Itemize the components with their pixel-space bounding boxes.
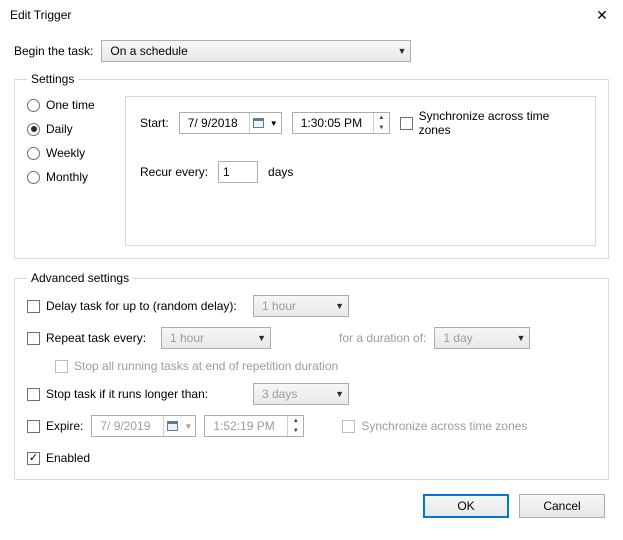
enabled-label: Enabled (46, 451, 90, 465)
stop-if-label: Stop task if it runs longer than: (46, 387, 208, 401)
duration-combo[interactable]: 1 day ▼ (434, 327, 530, 349)
window-title: Edit Trigger (10, 8, 71, 22)
start-time-value: 1:30:05 PM (301, 116, 373, 130)
delay-task-label: Delay task for up to (random delay): (46, 299, 237, 313)
duration-label: for a duration of: (339, 331, 426, 345)
radio-one-time-label: One time (46, 98, 95, 112)
radio-one-time[interactable]: One time (27, 98, 125, 112)
checkbox-icon: ✓ (27, 452, 40, 465)
expire-time-picker[interactable]: 1:52:19 PM ▲▼ (204, 415, 304, 437)
expire-date-picker[interactable]: 7/ 9/2019 ▼ (91, 415, 196, 437)
calendar-icon (163, 416, 181, 436)
delay-task-checkbox[interactable]: Delay task for up to (random delay): (27, 299, 245, 313)
ok-button-label: OK (457, 499, 474, 513)
checkbox-icon (27, 300, 40, 313)
calendar-icon (249, 113, 267, 133)
close-icon: ✕ (596, 7, 608, 24)
settings-panel: Start: 7/ 9/2018 ▼ 1:30:05 PM ▲▼ (125, 96, 596, 246)
advanced-fieldset: Advanced settings Delay task for up to (… (14, 271, 609, 480)
repeat-task-checkbox[interactable]: Repeat task every: (27, 331, 153, 345)
checkbox-icon (27, 388, 40, 401)
radio-daily-label: Daily (46, 122, 73, 136)
expire-sync-label: Synchronize across time zones (361, 419, 527, 433)
radio-weekly[interactable]: Weekly (27, 146, 125, 160)
sync-timezones-checkbox[interactable]: Synchronize across time zones (400, 109, 581, 137)
ok-button[interactable]: OK (423, 494, 509, 518)
recur-every-input[interactable] (219, 162, 249, 182)
expire-sync-checkbox: Synchronize across time zones (342, 419, 527, 433)
duration-value: 1 day (443, 331, 472, 345)
stop-if-checkbox[interactable]: Stop task if it runs longer than: (27, 387, 245, 401)
stop-all-label: Stop all running tasks at end of repetit… (74, 359, 338, 373)
expire-time-value: 1:52:19 PM (213, 419, 287, 433)
recur-unit-label: days (268, 165, 293, 179)
stop-if-combo[interactable]: 3 days ▼ (253, 383, 349, 405)
close-button[interactable]: ✕ (581, 0, 623, 30)
radio-daily[interactable]: Daily (27, 122, 125, 136)
chevron-down-icon: ▼ (516, 333, 525, 343)
expire-date-value: 7/ 9/2019 (100, 419, 163, 433)
chevron-down-icon: ▼ (397, 46, 406, 56)
repeat-task-label: Repeat task every: (46, 331, 146, 345)
chevron-down-icon: ▼ (181, 416, 195, 436)
radio-monthly[interactable]: Monthly (27, 170, 125, 184)
radio-weekly-label: Weekly (46, 146, 85, 160)
cancel-button-label: Cancel (543, 499, 580, 513)
radio-monthly-label: Monthly (46, 170, 88, 184)
sync-timezones-label: Synchronize across time zones (419, 109, 581, 137)
advanced-legend: Advanced settings (27, 271, 133, 285)
checkbox-icon (55, 360, 68, 373)
stop-if-value: 3 days (262, 387, 297, 401)
begin-task-combo[interactable]: On a schedule ▼ (101, 40, 411, 62)
chevron-down-icon: ▼ (335, 389, 344, 399)
checkbox-icon (27, 332, 40, 345)
repeat-task-value: 1 hour (170, 331, 204, 345)
radio-icon (27, 171, 40, 184)
radio-icon (27, 123, 40, 136)
checkbox-icon (342, 420, 355, 433)
titlebar: Edit Trigger ✕ (0, 0, 623, 30)
stop-all-checkbox: Stop all running tasks at end of repetit… (55, 359, 338, 373)
checkbox-icon (400, 117, 413, 130)
begin-task-value: On a schedule (110, 44, 187, 58)
recur-every-label: Recur every: (140, 165, 208, 179)
radio-icon (27, 99, 40, 112)
spinner-icon: ▲▼ (373, 113, 389, 133)
radio-icon (27, 147, 40, 160)
begin-task-label: Begin the task: (14, 44, 93, 58)
repeat-task-combo[interactable]: 1 hour ▼ (161, 327, 271, 349)
recur-every-input-wrap (218, 161, 258, 183)
checkbox-icon (27, 420, 40, 433)
spinner-icon: ▲▼ (287, 416, 303, 436)
chevron-down-icon: ▼ (257, 333, 266, 343)
delay-task-value: 1 hour (262, 299, 296, 313)
expire-checkbox[interactable]: Expire: (27, 419, 83, 433)
settings-legend: Settings (27, 72, 78, 86)
begin-task-row: Begin the task: On a schedule ▼ (14, 40, 609, 62)
schedule-radio-group: One time Daily Weekly Monthly (27, 96, 125, 246)
delay-task-combo[interactable]: 1 hour ▼ (253, 295, 349, 317)
start-time-picker[interactable]: 1:30:05 PM ▲▼ (292, 112, 390, 134)
chevron-down-icon: ▼ (267, 113, 281, 133)
chevron-down-icon: ▼ (335, 301, 344, 311)
expire-label: Expire: (46, 419, 83, 433)
dialog-footer: OK Cancel (14, 492, 609, 518)
settings-fieldset: Settings One time Daily Weekly Monthly (14, 72, 609, 259)
cancel-button[interactable]: Cancel (519, 494, 605, 518)
enabled-checkbox[interactable]: ✓ Enabled (27, 451, 90, 465)
start-date-picker[interactable]: 7/ 9/2018 ▼ (179, 112, 282, 134)
start-label: Start: (140, 116, 169, 130)
start-date-value: 7/ 9/2018 (188, 116, 249, 130)
